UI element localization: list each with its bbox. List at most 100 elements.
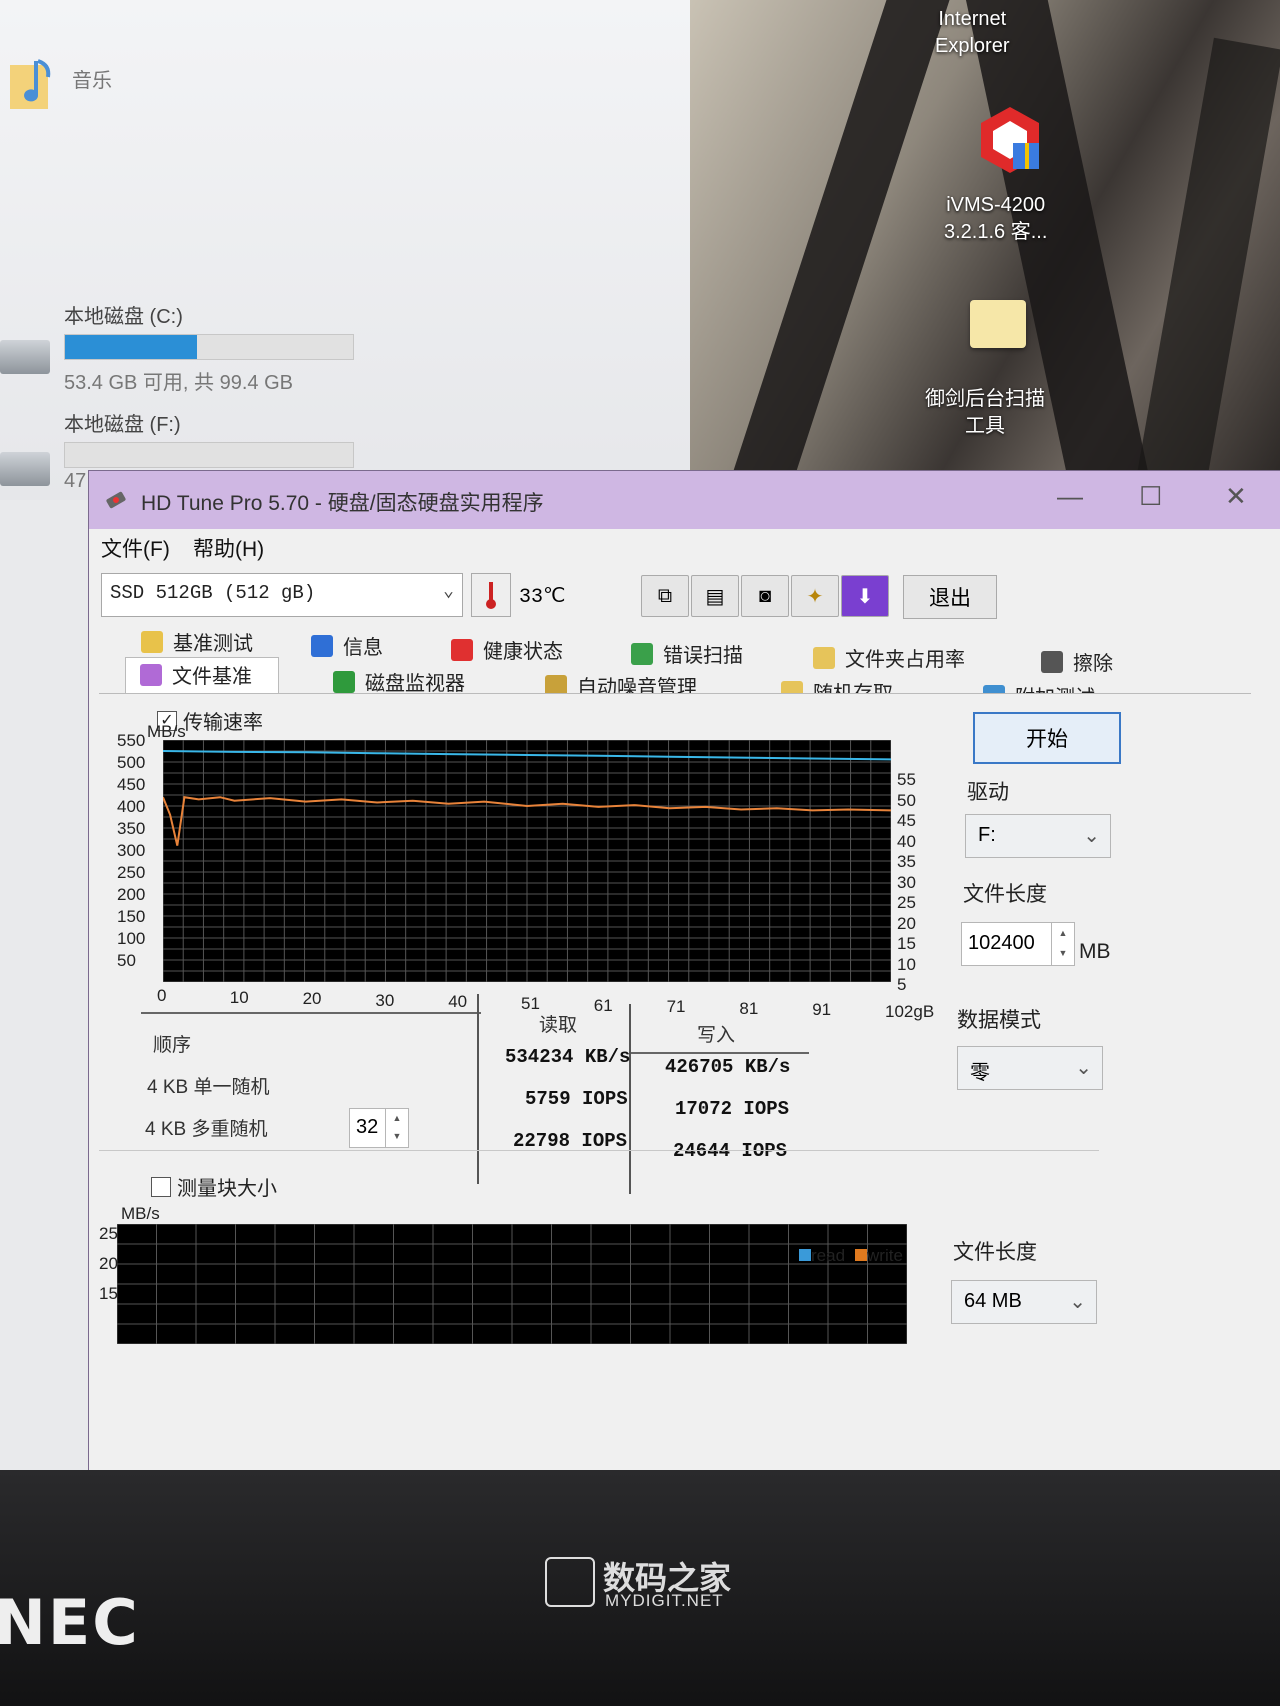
legend-write-swatch (855, 1249, 868, 1261)
ivms-label[interactable]: iVMS-4200 3.2.1.6 客... (944, 192, 1047, 246)
toolbar: SSD 512GB (512 gB) ⌄ 33℃ ⧉ ▤ ◙ ✦ ⬇ 退出 (89, 565, 1280, 625)
tab-erase-label: 擦除 (1073, 653, 1113, 675)
folder-icon (813, 646, 835, 669)
x-tick-label: 51 (521, 994, 540, 1013)
results-divider-left (141, 1012, 481, 1014)
block-size-checkbox[interactable]: 测量块大小 (151, 1172, 277, 1201)
result-row-label-sequential: 顺序 (153, 1035, 192, 1056)
file-length-input[interactable]: 102400 ▲ ▼ (961, 922, 1075, 966)
legend-read: read (799, 1246, 845, 1266)
y2-tick-label: 10 (897, 954, 916, 974)
x-tick-label: 20 (302, 989, 322, 1009)
tab-info[interactable]: 信息 (311, 631, 383, 660)
trash-icon (1041, 650, 1063, 673)
result-sequential-read: 534234 KB/s (505, 1046, 631, 1068)
drive-combo[interactable]: F: ⌄ (965, 814, 1111, 858)
tool-folder-label[interactable]: 御剑后台扫描 工具 (925, 386, 1045, 440)
chart2-legend: read write (799, 1246, 903, 1266)
tab-folder-usage[interactable]: 文件夹占用率 (813, 643, 965, 672)
legend-write: write (855, 1246, 903, 1266)
y-tick-label: 400 (117, 797, 146, 816)
tab-error-scan-label: 错误扫描 (663, 645, 743, 667)
tab-disk-monitor[interactable]: 磁盘监视器 (333, 667, 465, 696)
hdtune-window: HD Tune Pro 5.70 - 硬盘/固态硬盘实用程序 — ☐ ✕ 文件(… (88, 470, 1280, 1480)
menu-help[interactable]: 帮助(H) (193, 533, 264, 563)
file-length-label: 文件长度 (963, 883, 1047, 906)
checkbox-unchecked-icon (151, 1176, 171, 1197)
maximize-button[interactable]: ☐ (1139, 481, 1162, 512)
tab-strip: 基准测试 信息 健康状态 错误扫描 文件夹占用率 擦除 文件基准 磁盘监视器 自… (101, 627, 1261, 709)
y-tick-label: 500 (117, 753, 146, 772)
chevron-down-icon: ⌄ (1083, 825, 1100, 847)
tab-file-benchmark[interactable]: 文件基准 (125, 657, 279, 693)
watermark-en: MYDIGIT.NET (605, 1591, 724, 1610)
tab-erase[interactable]: 擦除 (1041, 647, 1113, 676)
chevron-down-icon: ⌄ (1069, 1291, 1086, 1313)
music-folder-label[interactable]: 音乐 (72, 64, 112, 93)
menu-file[interactable]: 文件(F) (101, 533, 170, 563)
ie-label-line1: Internet (938, 8, 1007, 30)
ivms-label-line2: 3.2.1.6 客... (944, 221, 1048, 243)
read-header: 读取 (539, 1015, 578, 1036)
chart2-y-unit: MB/s (121, 1204, 160, 1223)
y2-tick-label: 15 (897, 934, 916, 953)
file-length2-value: 64 MB (964, 1290, 1022, 1312)
tab-disk-monitor-label: 磁盘监视器 (365, 673, 465, 695)
title-bar[interactable]: HD Tune Pro 5.70 - 硬盘/固态硬盘实用程序 — ☐ ✕ (89, 471, 1280, 529)
tab-error-scan[interactable]: 错误扫描 (631, 639, 743, 668)
file-length2-label: 文件长度 (953, 1241, 1037, 1264)
music-folder-icon[interactable] (10, 55, 56, 115)
save-download-icon[interactable]: ⬇ (841, 575, 889, 617)
data-mode-value: 零 (970, 1062, 990, 1084)
drive-select[interactable]: SSD 512GB (512 gB) ⌄ (101, 573, 463, 617)
monitor-brand-logo: NEC (0, 1586, 140, 1659)
transfer-rate-chart (163, 740, 891, 982)
file-length2-combo[interactable]: 64 MB ⌄ (951, 1280, 1097, 1324)
y-axis-unit: MB/s (147, 722, 186, 741)
x-tick-label: 40 (448, 992, 468, 1012)
tool-label-line1: 御剑后台扫描 (925, 388, 1045, 410)
drive-combo-value: F: (978, 824, 996, 846)
drive-f-free-text: 47 (64, 470, 87, 492)
data-mode-combo[interactable]: 零 ⌄ (957, 1046, 1103, 1090)
file-benchmark-icon (140, 663, 162, 686)
tab-health-label: 健康状态 (483, 641, 563, 663)
legend-write-label: write (867, 1246, 903, 1265)
internet-explorer-label[interactable]: Internet Explorer (935, 6, 1009, 60)
y2-tick-label: 35 (897, 852, 916, 871)
minimize-button[interactable]: — (1057, 481, 1083, 512)
screen: 音乐 本地磁盘 (C:) 53.4 GB 可用, 共 99.4 GB 本地磁盘 … (0, 0, 1280, 1480)
magnifier-icon (631, 642, 653, 665)
y-tick-label: 100 (117, 929, 146, 948)
camera-icon[interactable]: ◙ (741, 575, 789, 617)
close-button[interactable]: ✕ (1225, 481, 1247, 512)
block-size-chart (117, 1224, 907, 1344)
monitor-chart-icon (333, 670, 355, 693)
results-divider-right (629, 1052, 809, 1054)
queue-depth-input[interactable]: 32 ▲ ▼ (349, 1108, 409, 1148)
section-divider (99, 1150, 1099, 1151)
x-tick-label: 71 (666, 997, 686, 1017)
results-separator-read (477, 994, 479, 1184)
options-icon[interactable]: ✦ (791, 575, 839, 617)
transfer-rate-label: 传输速率 (183, 712, 263, 734)
spin-arrows-icon[interactable]: ▲ ▼ (385, 1109, 408, 1147)
y-tick-label: 300 (117, 841, 146, 860)
drive-label: 驱动 (967, 781, 1009, 804)
temperature-value: 33℃ (519, 586, 566, 609)
home-logo-icon (545, 1557, 595, 1607)
start-button[interactable]: 开始 (973, 712, 1121, 764)
spin-arrows-icon[interactable]: ▲ ▼ (1051, 923, 1074, 965)
tab-health[interactable]: 健康状态 (451, 635, 563, 664)
x-tick-label: 30 (375, 990, 395, 1010)
copy-text-icon[interactable]: ▤ (691, 575, 739, 617)
ivms-app-icon[interactable] (975, 105, 1045, 175)
tool-folder-icon[interactable] (970, 300, 1026, 348)
y-tick-label: 550 (117, 731, 146, 750)
copy-icon[interactable]: ⧉ (641, 575, 689, 617)
tab-file-benchmark-label: 文件基准 (172, 666, 252, 688)
x-tick-label: 61 (593, 995, 613, 1015)
data-mode-label: 数据模式 (957, 1009, 1041, 1032)
exit-button[interactable]: 退出 (903, 575, 997, 619)
tab-benchmark[interactable]: 基准测试 (141, 627, 253, 656)
